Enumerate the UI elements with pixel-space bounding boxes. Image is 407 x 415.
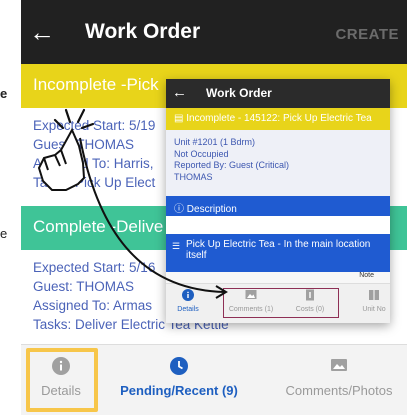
unit-number: Unit #1201 (1 Bdrm) <box>174 137 256 147</box>
app-bar: ← Work Order CREATE <box>21 0 407 64</box>
inset-unit-info: Unit #1201 (1 Bdrm) Not Occupied Reporte… <box>166 130 390 196</box>
book-icon <box>368 289 380 301</box>
bottom-navigation: Details Pending/Recent (9) Comments/Phot… <box>21 344 407 415</box>
list-icon: ☰ <box>172 241 181 251</box>
info-icon: ⓘ <box>174 204 187 215</box>
back-arrow-icon[interactable]: ← <box>29 18 55 46</box>
clock-icon <box>170 357 188 375</box>
inset-page-title: Work Order <box>206 86 272 100</box>
inset-work-order-detail-screen: ← Work Order ▤ Incomplete - 145122: Pick… <box>166 79 390 323</box>
description-label: Description <box>186 204 237 215</box>
reporter-name: THOMAS <box>174 171 213 182</box>
details-highlight-box <box>26 348 98 412</box>
description-body <box>166 216 390 234</box>
task-row[interactable]: ☰ Pick Up Electric Tea - In the main loc… <box>166 234 390 272</box>
note-label: Note <box>359 272 374 279</box>
nav-pending-recent[interactable]: Pending/Recent (9) <box>109 357 249 398</box>
photo-comment-icon <box>330 357 348 375</box>
inset-bottom-navigation: Details Comments (1) Costs (0) Unit No <box>166 283 390 323</box>
page-title: Work Order <box>85 20 201 43</box>
description-header[interactable]: ⓘ Description <box>166 196 390 216</box>
nav-pending-label: Pending/Recent (9) <box>120 383 238 398</box>
comments-costs-highlight-box <box>223 288 339 318</box>
left-peek-text: e <box>0 86 8 101</box>
occupancy-status: Not Occupied <box>174 148 229 159</box>
document-icon: ▤ <box>174 113 187 124</box>
inset-nav-unit-label: Unit No <box>362 306 386 313</box>
inset-back-arrow-icon[interactable]: ← <box>172 84 187 101</box>
create-button[interactable]: CREATE <box>335 26 399 43</box>
inset-nav-details[interactable]: Details <box>170 289 206 313</box>
nav-comments-photos[interactable]: Comments/Photos <box>271 357 407 398</box>
reported-by: Reported By: Guest (Critical) <box>174 160 290 170</box>
inset-banner-text: Incomplete - 145122: Pick Up Electric Te… <box>186 113 372 124</box>
inset-nav-details-label: Details <box>177 306 199 313</box>
inset-status-banner: ▤ Incomplete - 145122: Pick Up Electric … <box>166 108 390 130</box>
left-peek-text: e <box>0 226 8 241</box>
info-icon <box>182 289 194 301</box>
inset-nav-unit-notes[interactable]: Unit No <box>354 289 390 313</box>
task-text: Pick Up Electric Tea - In the main locat… <box>186 239 371 261</box>
inset-app-bar: ← Work Order <box>166 79 390 108</box>
nav-comments-label: Comments/Photos <box>285 383 393 398</box>
